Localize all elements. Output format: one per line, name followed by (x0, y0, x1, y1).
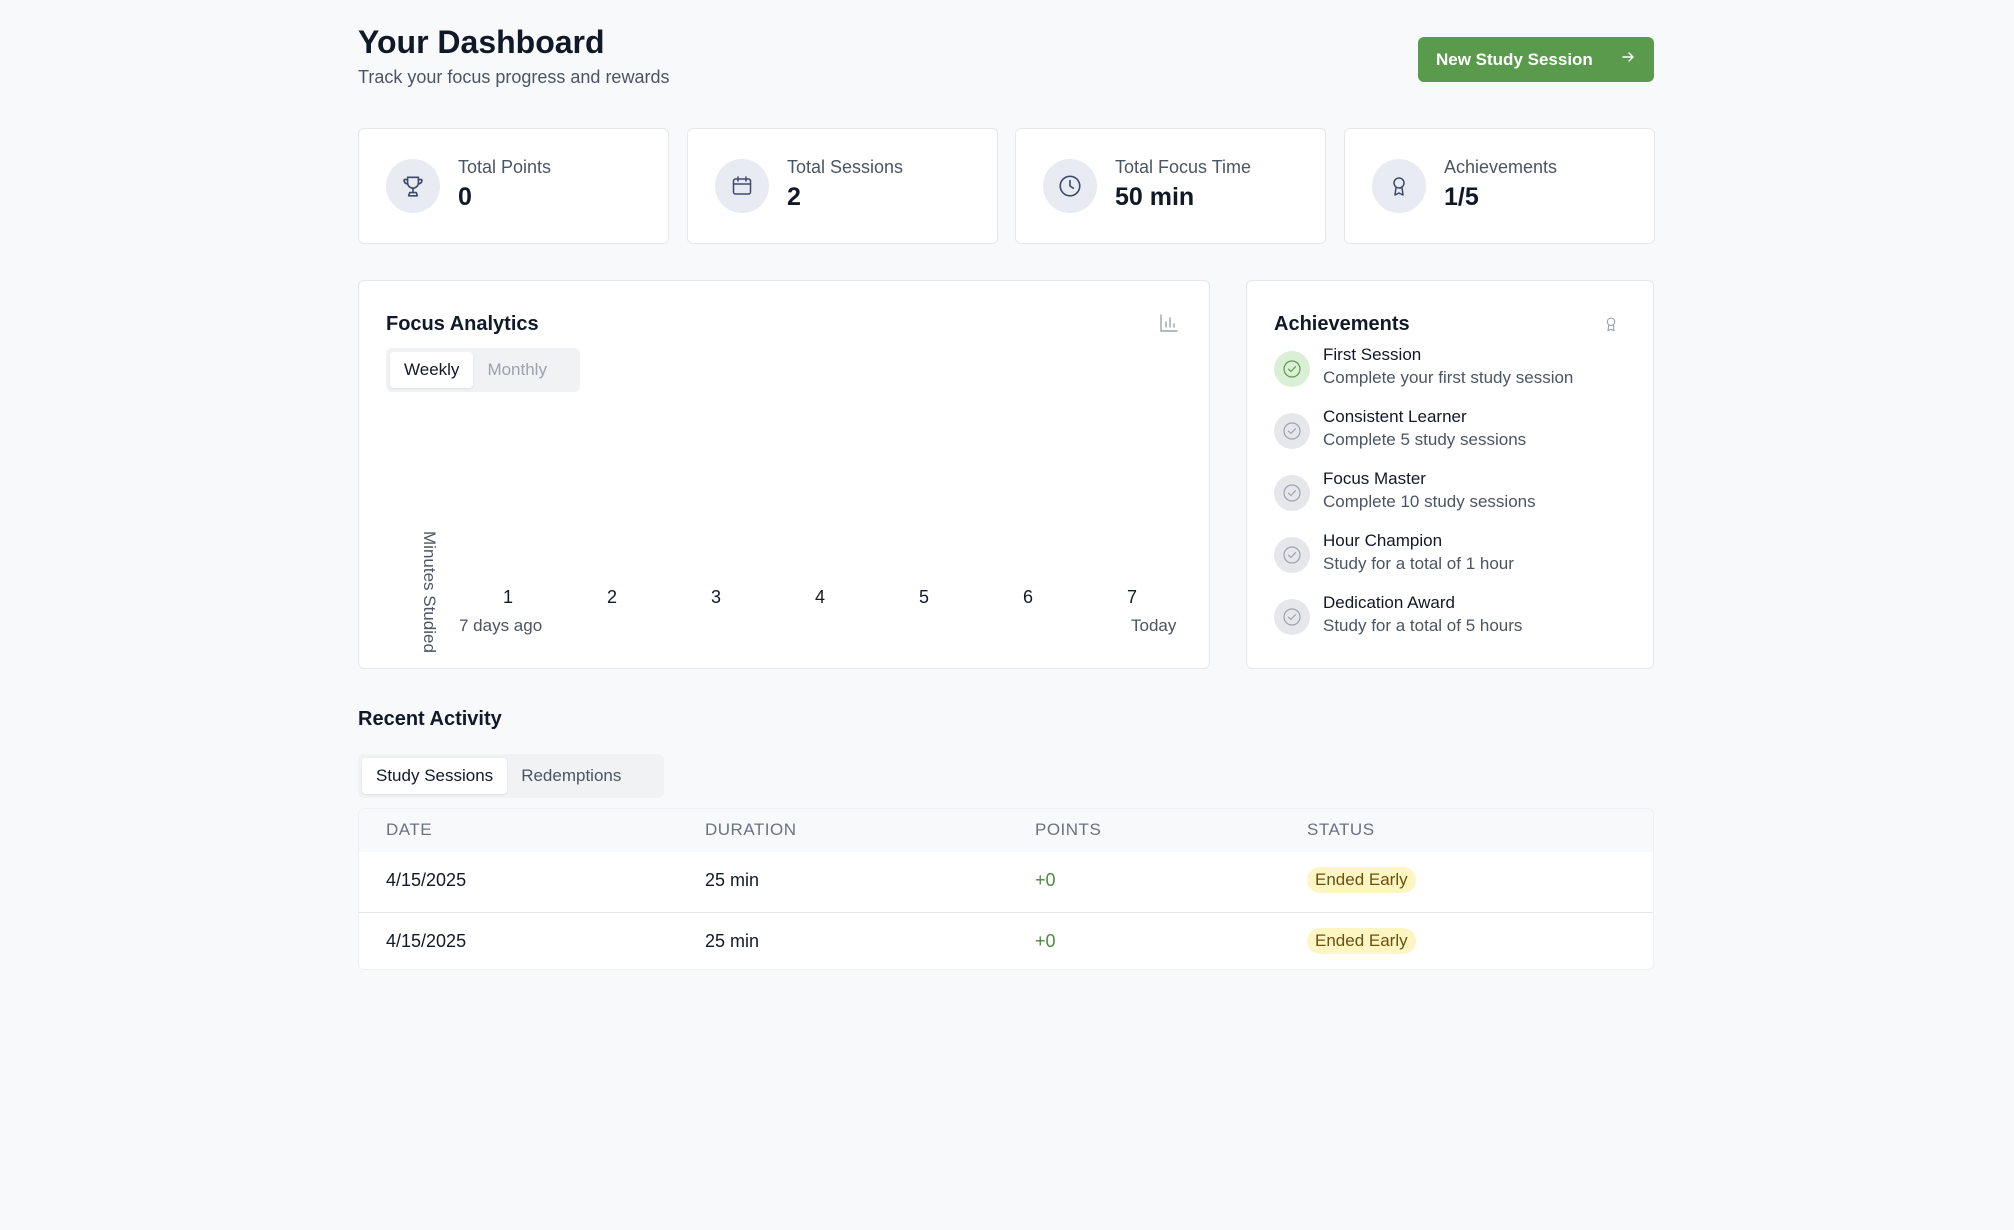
x-tick-label: 3 (710, 587, 722, 607)
recent-activity-tabs: Study Sessions Redemptions (358, 754, 664, 798)
tab-weekly[interactable]: Weekly (390, 352, 474, 388)
bar-chart-icon (1159, 313, 1179, 338)
stat-label: Total Sessions (787, 157, 904, 177)
achievements-title: Achievements (1274, 313, 1410, 335)
column-header-points: POINTS (1035, 820, 1102, 839)
recent-activity-title: Recent Activity (358, 708, 502, 730)
achievement-description: Complete 5 study sessions (1323, 430, 1527, 449)
column-header-duration: DURATION (705, 820, 797, 839)
cell-date: 4/15/2025 (386, 931, 467, 951)
stat-label: Total Points (458, 157, 552, 177)
tab-monthly[interactable]: Monthly (473, 352, 561, 388)
stat-value: 2 (787, 183, 801, 211)
x-tick-label: 7 (1126, 587, 1138, 607)
page-subtitle: Track your focus progress and rewards (358, 67, 670, 87)
cell-duration: 25 min (705, 931, 760, 951)
focus-analytics-panel: Focus Analytics Weekly Monthly Minutes S… (358, 280, 1210, 669)
table-header: DATE DURATION POINTS STATUS (359, 809, 1653, 852)
achievement-item: First Session Complete your first study … (1274, 345, 1634, 401)
x-tick-label: 1 (502, 587, 514, 607)
achievement-name: First Session (1323, 345, 1422, 364)
tab-redemptions[interactable]: Redemptions (507, 758, 635, 794)
stat-card-achievements: Achievements 1/5 (1344, 128, 1655, 244)
achievement-item: Consistent Learner Complete 5 study sess… (1274, 407, 1634, 463)
x-tick-label: 6 (1022, 587, 1034, 607)
check-circle-icon (1274, 351, 1310, 387)
stat-value: 50 min (1115, 183, 1195, 211)
cell-points: +0 (1035, 931, 1056, 951)
analytics-period-tabs: Weekly Monthly (386, 348, 580, 392)
y-axis-label: Minutes Studied (420, 531, 439, 653)
stat-value: 1/5 (1444, 183, 1479, 211)
achievement-description: Study for a total of 5 hours (1323, 616, 1523, 635)
award-icon (1372, 159, 1426, 213)
achievement-name: Consistent Learner (1323, 407, 1467, 426)
stat-label: Achievements (1444, 157, 1558, 177)
table-row: 4/15/2025 25 min +0 Ended Early (359, 913, 1653, 969)
arrow-right-icon (1620, 49, 1636, 70)
check-circle-icon (1274, 599, 1310, 635)
stat-card-total-focus-time: Total Focus Time 50 min (1015, 128, 1326, 244)
x-axis-start-label: 7 days ago (459, 616, 543, 635)
clock-icon (1043, 159, 1097, 213)
trophy-icon (386, 159, 440, 213)
cell-duration: 25 min (705, 870, 760, 890)
x-axis-end-label: Today (1131, 616, 1177, 635)
achievement-item: Focus Master Complete 10 study sessions (1274, 469, 1634, 525)
column-header-status: STATUS (1307, 820, 1375, 839)
stat-card-total-sessions: Total Sessions 2 (687, 128, 998, 244)
column-header-date: DATE (386, 820, 433, 839)
achievements-panel: Achievements First Session Complete your… (1246, 280, 1654, 669)
achievement-description: Complete your first study session (1323, 368, 1574, 387)
achievement-item: Dedication Award Study for a total of 5 … (1274, 593, 1634, 649)
achievement-name: Dedication Award (1323, 593, 1455, 612)
x-tick-label: 4 (814, 587, 826, 607)
check-circle-icon (1274, 475, 1310, 511)
stat-card-total-points: Total Points 0 (358, 128, 669, 244)
stat-label: Total Focus Time (1115, 157, 1252, 177)
new-study-session-button[interactable]: New Study Session (1418, 37, 1654, 82)
achievement-description: Study for a total of 1 hour (1323, 554, 1514, 573)
x-tick-label: 2 (606, 587, 618, 607)
award-icon (1602, 313, 1620, 340)
achievement-name: Hour Champion (1323, 531, 1443, 550)
status-badge: Ended Early (1307, 928, 1416, 954)
check-circle-icon (1274, 413, 1310, 449)
achievement-item: Hour Champion Study for a total of 1 hou… (1274, 531, 1634, 587)
achievement-description: Complete 10 study sessions (1323, 492, 1536, 511)
new-study-session-label: New Study Session (1436, 49, 1593, 69)
achievement-name: Focus Master (1323, 469, 1426, 488)
page-title: Your Dashboard (358, 24, 605, 60)
activity-table: DATE DURATION POINTS STATUS 4/15/2025 25… (358, 808, 1654, 970)
status-badge: Ended Early (1307, 867, 1416, 893)
cell-points: +0 (1035, 870, 1056, 890)
calendar-icon (715, 159, 769, 213)
focus-analytics-title: Focus Analytics (386, 313, 539, 335)
tab-study-sessions[interactable]: Study Sessions (362, 758, 508, 794)
stat-value: 0 (458, 183, 472, 211)
check-circle-icon (1274, 537, 1310, 573)
cell-date: 4/15/2025 (386, 870, 467, 890)
x-tick-label: 5 (918, 587, 930, 607)
table-row: 4/15/2025 25 min +0 Ended Early (359, 852, 1653, 913)
